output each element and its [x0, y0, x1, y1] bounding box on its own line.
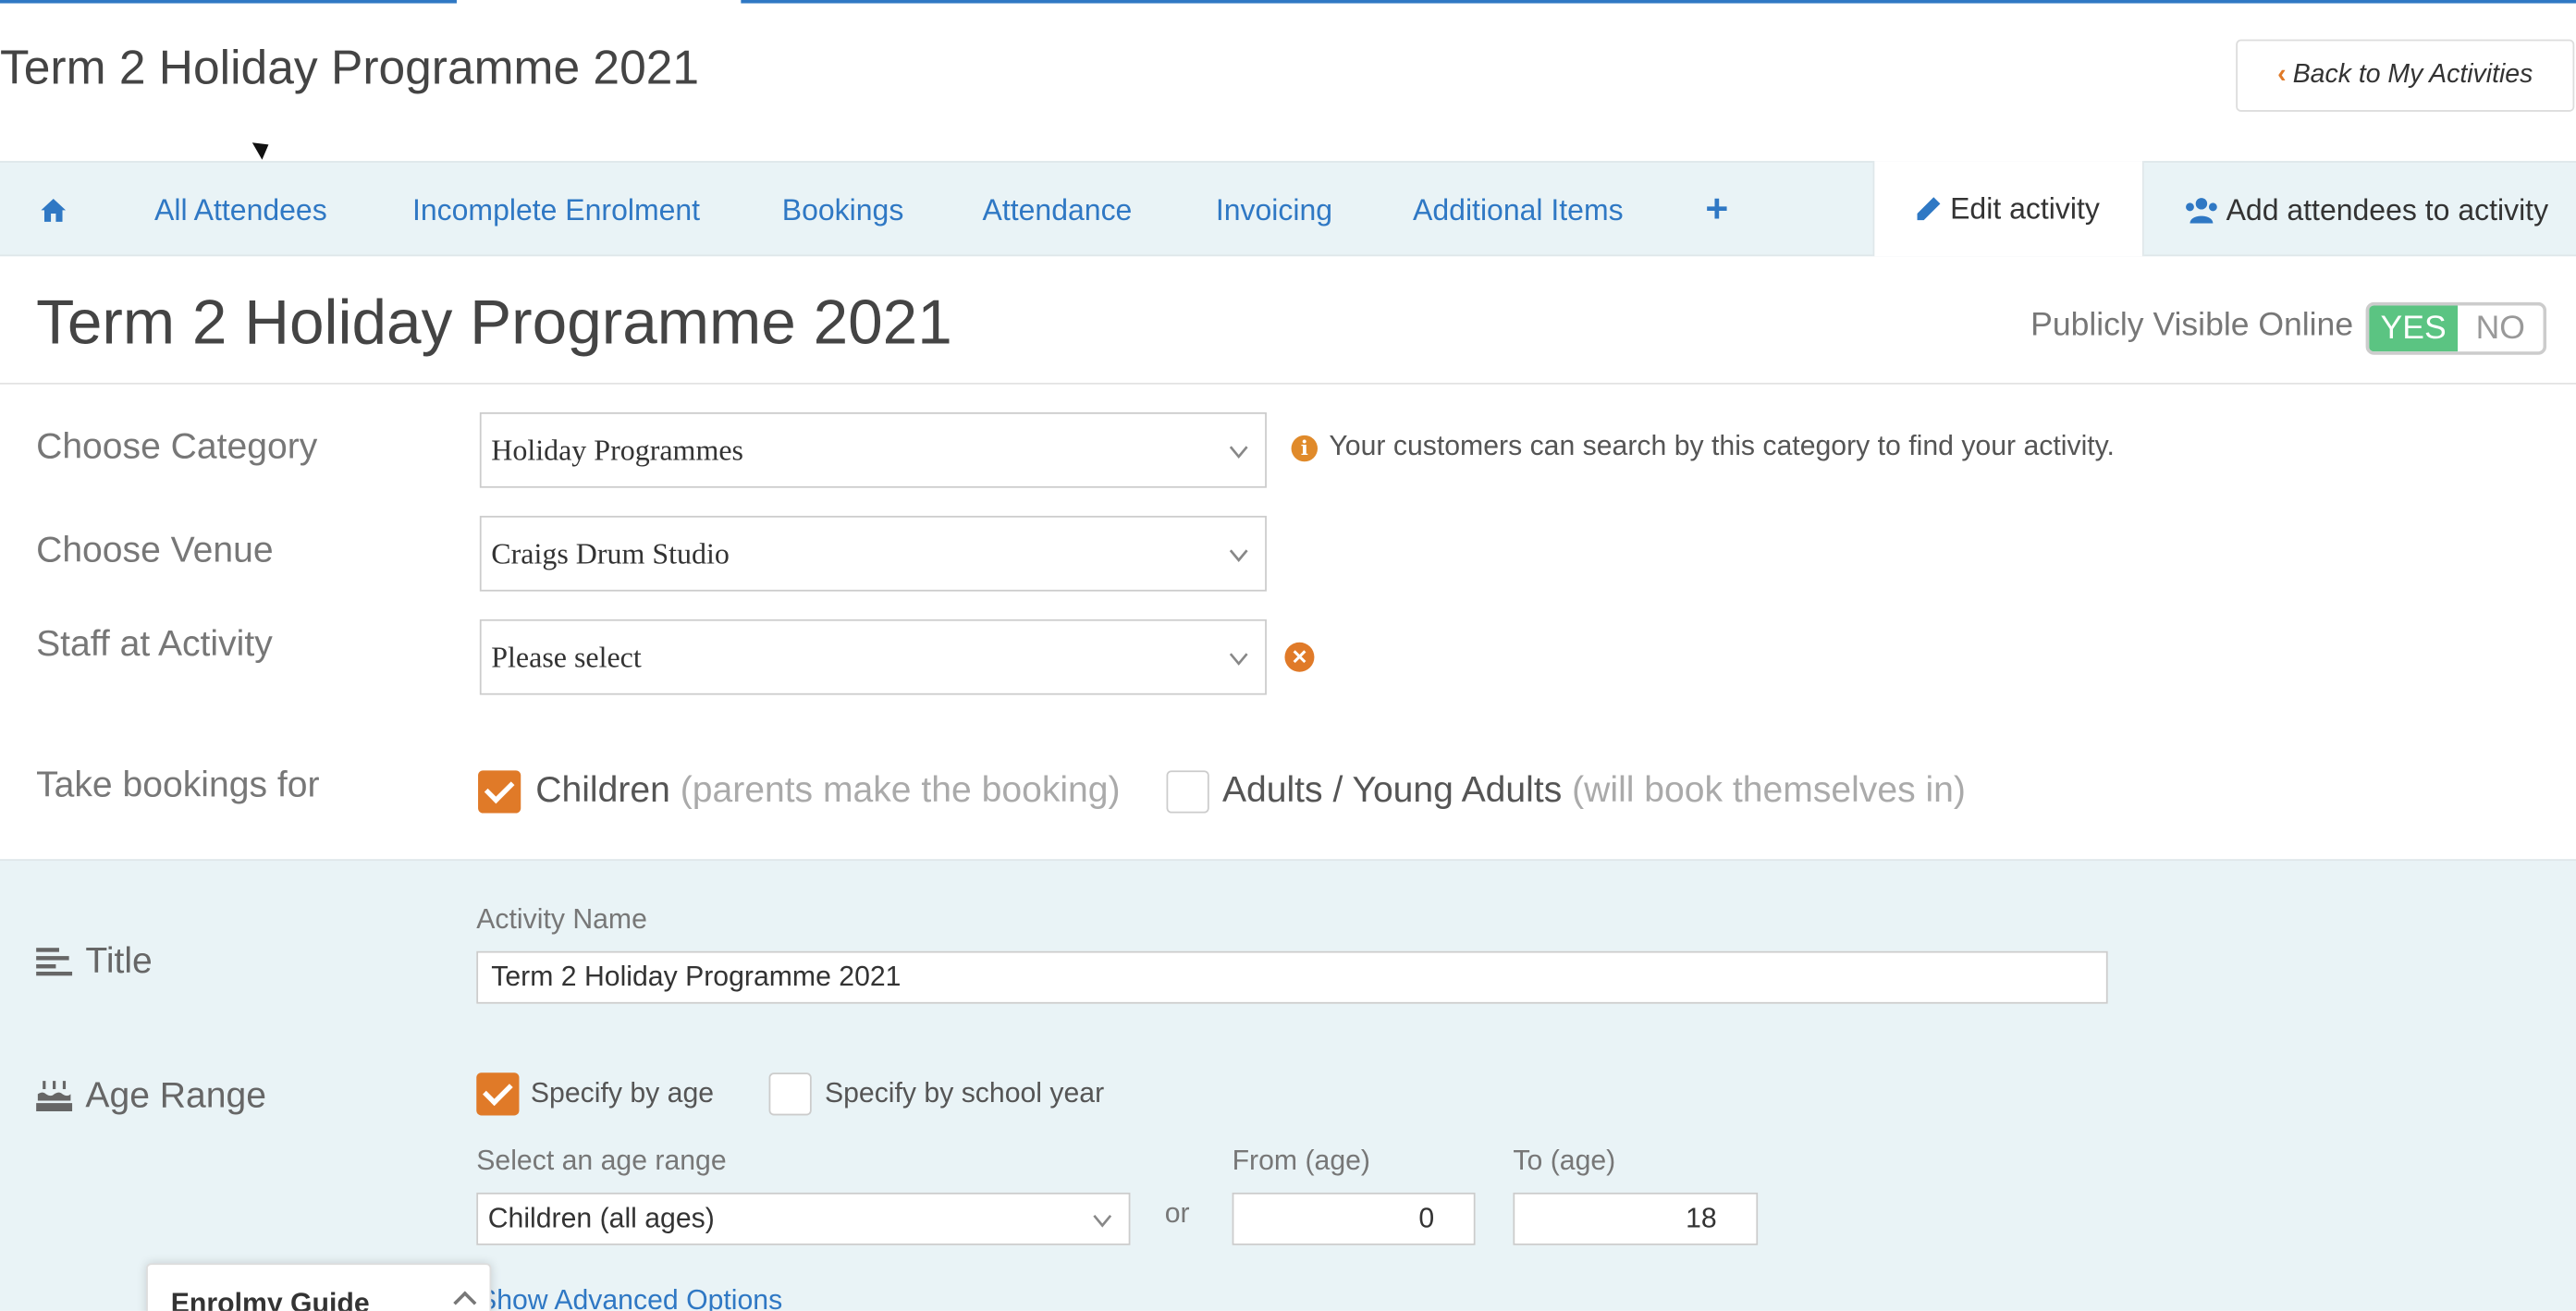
from-age-input[interactable]: 0: [1232, 1192, 1476, 1245]
align-left-icon: [36, 948, 73, 976]
from-age-label: From (age): [1232, 1145, 1370, 1177]
adults-option: Adults / Young Adults (will book themsel…: [1222, 769, 1966, 812]
bookings-label: Take bookings for: [36, 764, 320, 805]
users-icon: [2186, 198, 2217, 224]
age-range-select-label: Select an age range: [476, 1145, 727, 1177]
visibility-no[interactable]: NO: [2458, 305, 2543, 351]
age-range-section-text: Age Range: [85, 1074, 267, 1116]
tab-all-attendees[interactable]: All Attendees: [154, 163, 327, 258]
title-section-label: Title: [36, 939, 153, 982]
venue-value: Craigs Drum Studio: [491, 537, 730, 570]
tab-add-plus-icon[interactable]: +: [1705, 163, 1728, 258]
loading-bar-right: [741, 0, 2576, 4]
show-advanced-options-link[interactable]: Show Advanced Options: [478, 1284, 782, 1310]
birthday-cake-icon: [36, 1081, 73, 1112]
specify-by-age-checkbox[interactable]: [476, 1072, 520, 1116]
children-label: Children: [535, 768, 670, 810]
venue-label: Choose Venue: [36, 529, 274, 570]
chevron-left-icon: ‹: [2277, 60, 2287, 89]
specify-by-school-year-label: Specify by school year: [824, 1077, 1105, 1109]
clear-staff-icon[interactable]: ✕: [1284, 642, 1315, 672]
home-icon: [41, 198, 67, 222]
category-label: Choose Category: [36, 425, 318, 467]
app-window: Term 2 Holiday Programme 2021 ‹ Back to …: [0, 0, 2576, 1311]
tab-edit-activity-label: Edit activity: [1950, 191, 2100, 226]
visibility-label: Publicly Visible Online: [2030, 307, 2354, 344]
visibility-yes[interactable]: YES: [2369, 305, 2459, 352]
loading-bar-left: [0, 0, 457, 4]
guide-title: Enrolmy Guide: [170, 1288, 370, 1311]
title-section-text: Title: [85, 939, 153, 981]
tab-incomplete-enrolment[interactable]: Incomplete Enrolment: [412, 163, 700, 258]
children-option: Children (parents make the booking): [535, 769, 1120, 812]
chevron-up-icon[interactable]: [453, 1291, 477, 1311]
category-value: Holiday Programmes: [491, 434, 743, 467]
children-checkbox[interactable]: [478, 770, 521, 814]
tab-home[interactable]: [40, 163, 67, 258]
enrolmy-guide-widget[interactable]: Enrolmy Guide: [146, 1263, 492, 1311]
tab-additional-items[interactable]: Additional Items: [1413, 163, 1624, 258]
chevron-down-icon: [1093, 1214, 1112, 1228]
staff-label: Staff at Activity: [36, 622, 273, 664]
visibility-toggle[interactable]: YES NO: [2365, 301, 2547, 355]
tab-edit-activity[interactable]: Edit activity: [1872, 161, 2144, 257]
specify-by-school-year-checkbox[interactable]: [768, 1072, 812, 1116]
chevron-down-icon: [1229, 653, 1248, 666]
staff-value: Please select: [491, 640, 642, 674]
back-to-activities-button[interactable]: ‹ Back to My Activities: [2236, 39, 2575, 112]
activity-title: Term 2 Holiday Programme 2021: [36, 288, 952, 359]
activity-name-input[interactable]: Term 2 Holiday Programme 2021: [476, 950, 2108, 1004]
age-range-value: Children (all ages): [487, 1202, 715, 1234]
children-hint: (parents make the booking): [680, 768, 1121, 810]
venue-select[interactable]: Craigs Drum Studio: [479, 515, 1267, 592]
tab-invoicing[interactable]: Invoicing: [1216, 163, 1332, 258]
category-info-text: Your customers can search by this catego…: [1329, 430, 2115, 462]
age-range-section-label: Age Range: [36, 1074, 266, 1117]
mouse-cursor-icon: [251, 136, 274, 160]
pencil-icon: [1917, 197, 1941, 221]
tab-add-attendees[interactable]: Add attendees to activity: [2183, 163, 2548, 258]
info-icon: i: [1291, 435, 1318, 462]
or-text: or: [1164, 1197, 1190, 1230]
adults-hint: (will book themselves in): [1572, 768, 1966, 810]
tab-bookings[interactable]: Bookings: [782, 163, 904, 258]
specify-by-age-label: Specify by age: [530, 1077, 715, 1109]
to-age-input[interactable]: 18: [1513, 1192, 1759, 1245]
adults-label: Adults / Young Adults: [1221, 768, 1563, 810]
category-select[interactable]: Holiday Programmes: [479, 411, 1267, 488]
tab-add-attendees-label: Add attendees to activity: [2226, 193, 2549, 227]
divider: [0, 382, 2576, 385]
adults-checkbox[interactable]: [1166, 770, 1209, 814]
activity-name-label: Activity Name: [476, 903, 647, 935]
page-title: Term 2 Holiday Programme 2021: [0, 43, 700, 96]
age-range-select[interactable]: Children (all ages): [476, 1192, 1131, 1245]
to-age-label: To (age): [1513, 1145, 1616, 1177]
chevron-down-icon: [1229, 549, 1248, 562]
chevron-down-icon: [1229, 446, 1248, 459]
staff-select[interactable]: Please select: [479, 619, 1267, 695]
tab-attendance[interactable]: Attendance: [983, 163, 1133, 258]
back-button-label: Back to My Activities: [2292, 60, 2533, 89]
activity-tab-bar: All Attendees Incomplete Enrolment Booki…: [0, 161, 2576, 258]
